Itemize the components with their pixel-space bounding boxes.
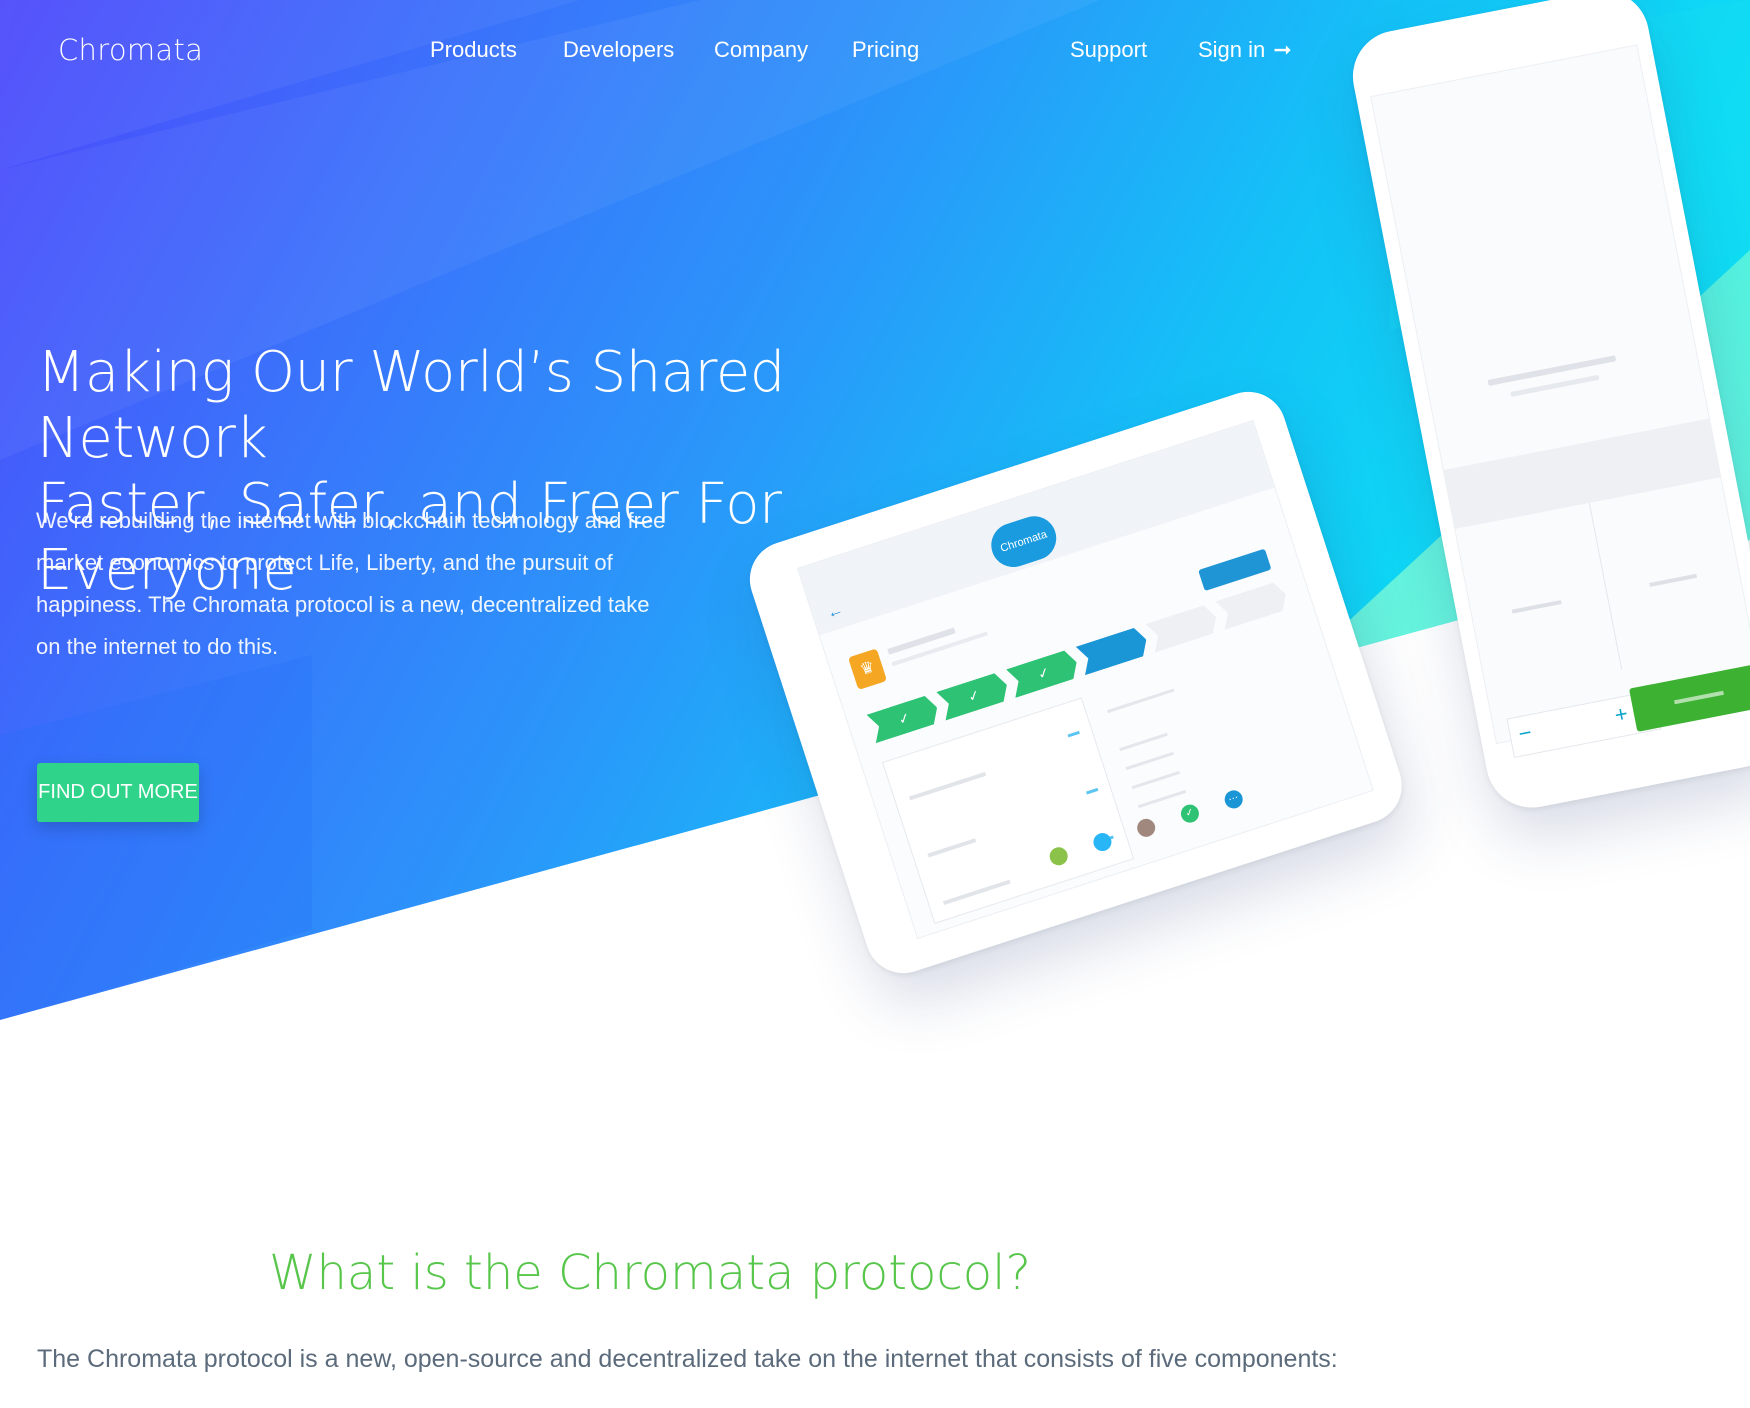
step-active xyxy=(1076,625,1151,675)
mock-green-button xyxy=(1629,663,1750,732)
placeholder-bar xyxy=(1649,573,1698,587)
app-dot-icon xyxy=(1134,816,1158,840)
mock-card xyxy=(881,697,1135,924)
nav-support[interactable]: Support xyxy=(1070,37,1147,63)
nav-products[interactable]: Products xyxy=(430,37,517,63)
nav-signin[interactable]: Sign in ➞ xyxy=(1198,37,1292,63)
brand-logo[interactable]: Chromata xyxy=(58,33,203,67)
step-todo xyxy=(1146,603,1221,653)
placeholder-band xyxy=(1443,418,1721,529)
minus-icon: − xyxy=(1516,719,1534,747)
more-icon: ⋯ xyxy=(1222,788,1246,811)
divider xyxy=(1588,502,1623,670)
nav-pricing[interactable]: Pricing xyxy=(852,37,919,63)
arrow-right-icon: ➞ xyxy=(1273,37,1292,62)
section-text: The Chromata protocol is a new, open-sou… xyxy=(37,1345,1338,1373)
section-title: What is the Chromata protocol? xyxy=(269,1245,1031,1301)
mock-blue-button xyxy=(1198,548,1272,592)
step-done: ✓ xyxy=(1006,648,1081,698)
hero-title-line: Making Our World’s Shared Network xyxy=(37,340,785,471)
nav-developers[interactable]: Developers xyxy=(563,37,674,63)
step-done: ✓ xyxy=(936,671,1011,721)
placeholder-bar xyxy=(1487,355,1617,386)
step-todo xyxy=(1215,580,1290,630)
signin-label: Sign in xyxy=(1198,37,1266,62)
check-icon: ✓ xyxy=(1178,802,1202,825)
find-out-more-button[interactable]: FIND OUT MORE xyxy=(37,763,199,822)
crown-icon: ♛ xyxy=(848,648,888,690)
plus-icon: + xyxy=(1612,700,1630,728)
placeholder-bar xyxy=(1511,600,1562,614)
step-done: ✓ xyxy=(867,693,942,743)
hero-description: We’re rebuilding the internet with block… xyxy=(36,508,666,659)
nav-company[interactable]: Company xyxy=(714,37,808,63)
placeholder-bar xyxy=(887,627,956,655)
